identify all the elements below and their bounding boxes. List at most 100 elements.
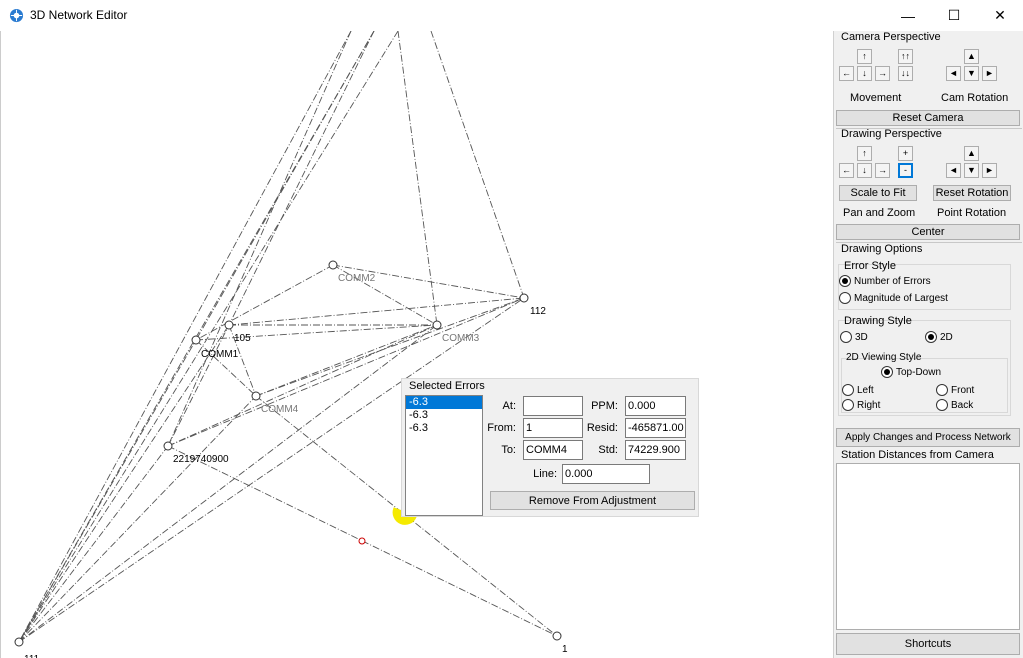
resid-label: Resid: [586, 422, 618, 434]
close-button[interactable]: ✕ [977, 0, 1023, 31]
cam-move-forward-button[interactable]: ↑↑ [898, 49, 913, 64]
style-2d-label: 2D [940, 331, 953, 343]
std-field[interactable]: 74229.900 [625, 440, 686, 460]
network-canvas[interactable]: COMM2 COMM3 112 105 COMM1 COMM4 22197409… [0, 31, 833, 658]
radio-dot[interactable] [936, 384, 948, 396]
style-3d-label: 3D [855, 331, 868, 343]
station-node[interactable] [163, 441, 173, 451]
radio-dot[interactable] [925, 331, 937, 343]
scale-to-fit-button[interactable]: Scale to Fit [839, 185, 917, 201]
radio-dot[interactable] [840, 331, 852, 343]
magnitude-of-largest-label: Magnitude of Largest [854, 292, 948, 304]
reset-rotation-button[interactable]: Reset Rotation [933, 185, 1011, 201]
selected-errors-title: Selected Errors [409, 380, 485, 392]
radio-dot[interactable] [839, 275, 851, 287]
from-label: From: [487, 422, 516, 434]
cam-rotate-right-button[interactable]: ► [982, 66, 997, 81]
style-3d-radio[interactable]: 3D [840, 331, 868, 343]
number-of-errors-radio[interactable]: Number of Errors [839, 275, 931, 287]
cam-move-down-button[interactable]: ↓ [857, 66, 872, 81]
cam-rotation-label: Cam Rotation [941, 92, 1009, 104]
point-rotate-right-button[interactable]: ► [982, 163, 997, 178]
ppm-label: PPM: [591, 400, 618, 412]
right-radio[interactable]: Right [842, 399, 880, 411]
station-node[interactable] [191, 335, 201, 345]
left-label: Left [857, 384, 874, 396]
from-field[interactable]: 1 [523, 418, 583, 438]
station-node[interactable] [552, 631, 562, 641]
station-node[interactable] [328, 260, 338, 270]
to-field[interactable]: COMM4 [523, 440, 583, 460]
radio-dot[interactable] [881, 366, 893, 378]
center-button[interactable]: Center [836, 224, 1020, 240]
station-node[interactable] [251, 391, 261, 401]
at-field[interactable] [523, 396, 583, 416]
error-node[interactable] [358, 537, 366, 545]
number-of-errors-label: Number of Errors [854, 275, 931, 287]
station-distances-list[interactable] [836, 463, 1020, 630]
station-node[interactable] [519, 293, 529, 303]
line-field[interactable]: 0.000 [562, 464, 650, 484]
cam-move-up-button[interactable]: ↑ [857, 49, 872, 64]
right-label: Right [857, 399, 881, 411]
top-down-radio[interactable]: Top-Down [881, 366, 941, 378]
label-112: 112 [530, 306, 546, 317]
point-rotate-up-button[interactable]: ▲ [964, 146, 979, 161]
cam-move-back-button[interactable]: ↓↓ [898, 66, 913, 81]
radio-dot[interactable] [842, 384, 854, 396]
line-label: Line: [533, 468, 557, 480]
network-drawing[interactable]: COMM2 COMM3 112 105 COMM1 COMM4 22197409… [1, 31, 833, 658]
style-2d-radio[interactable]: 2D [925, 331, 953, 343]
error-style-title: Error Style [844, 260, 896, 272]
station-node[interactable] [432, 320, 442, 330]
label-comm2: COMM2 [338, 273, 376, 284]
label-111: 111 [24, 654, 40, 658]
point-rotation-label: Point Rotation [937, 207, 1007, 219]
label-2219740900: 2219740900 [173, 454, 229, 465]
drawing-perspective-title: Drawing Perspective [841, 128, 942, 140]
to-label: To: [501, 444, 516, 456]
radio-dot[interactable] [936, 399, 948, 411]
cam-rotate-left-button[interactable]: ◄ [946, 66, 961, 81]
errors-list[interactable]: -6.3 -6.3 -6.3 [405, 395, 483, 516]
back-radio[interactable]: Back [936, 399, 973, 411]
cam-rotate-down-button[interactable]: ▼ [964, 66, 979, 81]
ppm-field[interactable]: 0.000 [625, 396, 686, 416]
cam-move-left-button[interactable]: ← [839, 66, 854, 81]
list-item[interactable]: -6.3 [406, 422, 482, 435]
list-item[interactable]: -6.3 [406, 409, 482, 422]
radio-dot[interactable] [839, 292, 851, 304]
remove-from-adjustment-button[interactable]: Remove From Adjustment [490, 491, 695, 510]
label-105: 105 [234, 333, 251, 344]
front-radio[interactable]: Front [936, 384, 974, 396]
control-panel: Camera Perspective ↑ ← ↓ → ↑↑ ↓↓ ▲ ◄ ▼ ►… [833, 31, 1023, 658]
apply-changes-button[interactable]: Apply Changes and Process Network [836, 428, 1020, 447]
minimize-button[interactable]: — [885, 0, 931, 31]
left-radio[interactable]: Left [842, 384, 874, 396]
zoom-in-button[interactable]: + [898, 146, 913, 161]
cam-rotate-up-button[interactable]: ▲ [964, 49, 979, 64]
front-label: Front [951, 384, 975, 396]
point-rotate-left-button[interactable]: ◄ [946, 163, 961, 178]
maximize-button[interactable]: ☐ [931, 0, 977, 31]
station-node[interactable] [14, 637, 24, 647]
reset-camera-button[interactable]: Reset Camera [836, 110, 1020, 126]
magnitude-of-largest-radio[interactable]: Magnitude of Largest [839, 292, 948, 304]
draw-pan-left-button[interactable]: ← [839, 163, 854, 178]
list-item[interactable]: -6.3 [406, 396, 482, 409]
selected-errors-panel: Selected Errors -6.3 -6.3 -6.3 At: PPM: … [401, 378, 699, 517]
draw-pan-up-button[interactable]: ↑ [857, 146, 872, 161]
back-label: Back [951, 399, 974, 411]
resid-field[interactable]: -465871.00 [625, 418, 686, 438]
viewing-style-title: 2D Viewing Style [846, 352, 922, 363]
cam-move-right-button[interactable]: → [875, 66, 890, 81]
draw-pan-right-button[interactable]: → [875, 163, 890, 178]
radio-dot[interactable] [842, 399, 854, 411]
station-node[interactable] [224, 320, 234, 330]
point-rotate-down-button[interactable]: ▼ [964, 163, 979, 178]
std-label: Std: [598, 444, 618, 456]
shortcuts-button[interactable]: Shortcuts [836, 633, 1020, 655]
draw-pan-down-button[interactable]: ↓ [857, 163, 872, 178]
zoom-out-button[interactable]: - [898, 163, 913, 178]
drawing-style-title: Drawing Style [844, 315, 912, 327]
